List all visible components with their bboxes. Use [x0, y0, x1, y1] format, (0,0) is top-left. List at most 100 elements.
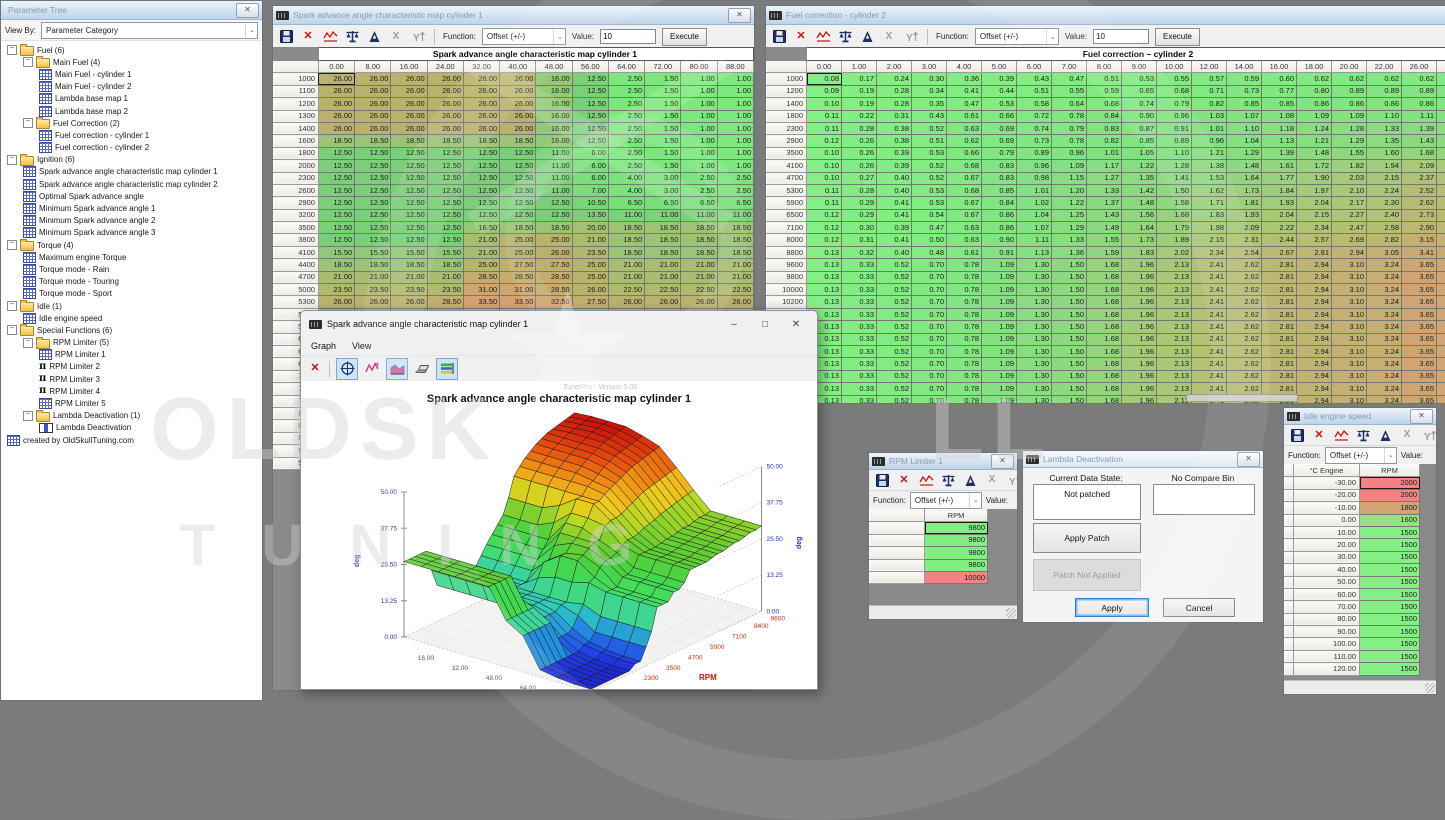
map-cell[interactable]: 26.00	[391, 122, 427, 134]
map-cell[interactable]: 3.41	[1402, 246, 1437, 258]
map-cell[interactable]: 1500	[1360, 576, 1420, 588]
map-cell[interactable]: 0.26	[842, 147, 877, 159]
map-cell[interactable]: 1.08	[1262, 110, 1297, 122]
map-cell[interactable]: 25.00	[463, 259, 499, 271]
scale-icon[interactable]	[940, 472, 956, 488]
map-cell[interactable]: 2.90	[1402, 222, 1437, 234]
map-cell[interactable]: 1500	[1360, 551, 1420, 563]
map-cell[interactable]: 0.33	[842, 370, 877, 382]
map-cell[interactable]: 0.40	[877, 172, 912, 184]
map-cell[interactable]: 18.50	[391, 135, 427, 147]
map-cell[interactable]: 1.96	[1122, 370, 1157, 382]
tree-item[interactable]: −Lambda Deactivation (1)	[1, 410, 262, 422]
map-cell[interactable]: 16.00	[536, 85, 572, 97]
map-cell[interactable]: 9800	[925, 534, 988, 546]
col-header[interactable]: 0.00	[318, 61, 354, 73]
map-cell[interactable]: 1800	[1360, 502, 1420, 514]
map-cell[interactable]: 0.68	[1087, 98, 1122, 110]
map-cell[interactable]: 0.08	[807, 73, 842, 85]
tree-item[interactable]: Minimum Spark advance angle 1	[1, 202, 262, 214]
tree-item[interactable]: Optimal Spark advance angle	[1, 190, 262, 202]
map-cell[interactable]: 1.30	[1017, 308, 1052, 320]
map-cell[interactable]: 12.50	[391, 222, 427, 234]
row-header[interactable]: 7100	[767, 222, 807, 234]
map-cell[interactable]: 0.62	[1367, 73, 1402, 85]
map-cell[interactable]	[1437, 284, 1445, 296]
map-cell[interactable]: 3.65	[1402, 358, 1437, 370]
row-header[interactable]: 3500	[274, 222, 319, 234]
map-cell[interactable]: 2.34	[1297, 222, 1332, 234]
map-cell[interactable]: 25.00	[572, 259, 608, 271]
map-cell[interactable]	[1437, 296, 1445, 308]
map-cell[interactable]: 3.24	[1367, 358, 1402, 370]
map-cell[interactable]: 2.13	[1157, 345, 1192, 357]
map-cell[interactable]: 2.94	[1297, 259, 1332, 271]
map-cell[interactable]: 0.41	[877, 234, 912, 246]
map-cell[interactable]: 0.55	[1157, 73, 1192, 85]
map-cell[interactable]: 0.24	[877, 73, 912, 85]
map-cell[interactable]: 22.50	[608, 284, 644, 296]
col-header[interactable]: 88.00	[717, 61, 753, 73]
map-cell[interactable]: 0.59	[1227, 73, 1262, 85]
map-cell[interactable]: 1.33	[1052, 234, 1087, 246]
col-header[interactable]: 14.00	[1227, 61, 1262, 73]
map-cell[interactable]: 0.85	[1262, 98, 1297, 110]
save-icon[interactable]	[771, 29, 787, 45]
map-cell[interactable]: 0.27	[842, 172, 877, 184]
map-cell[interactable]	[1437, 122, 1445, 134]
map-cell[interactable]: 2.62	[1227, 321, 1262, 333]
map-cell[interactable]: 12.50	[572, 122, 608, 134]
map-cell[interactable]: 1.41	[1157, 172, 1192, 184]
execute-button[interactable]: Execute	[662, 28, 707, 46]
map-cell[interactable]: 0.51	[912, 135, 947, 147]
map-cell[interactable]: 0.47	[947, 98, 982, 110]
map-cell[interactable]: 1.96	[1122, 271, 1157, 283]
map-cell[interactable]: 0.57	[1192, 73, 1227, 85]
map-cell[interactable]: 2.81	[1262, 333, 1297, 345]
map-cell[interactable]: 1.09	[982, 358, 1017, 370]
expand-toggle[interactable]: −	[7, 240, 17, 250]
map-cell[interactable]: 0.59	[1087, 85, 1122, 97]
map-cell[interactable]: 11.00	[536, 160, 572, 172]
map-cell[interactable]: 2.81	[1262, 321, 1297, 333]
map-cell[interactable]: 25.00	[572, 271, 608, 283]
view-by-select[interactable]: Parameter Category ⌄	[41, 22, 258, 39]
map-cell[interactable]: 2.58	[1367, 222, 1402, 234]
map-cell[interactable]: 2.50	[608, 98, 644, 110]
map-cell[interactable]: 26.00	[318, 122, 354, 134]
map-cell[interactable]: 12.50	[355, 234, 391, 246]
map-cell[interactable]: 25.00	[500, 246, 536, 258]
map-cell[interactable]: 0.29	[842, 197, 877, 209]
map-cell[interactable]: 11.00	[608, 209, 644, 221]
map-cell[interactable]: 2.57	[1297, 234, 1332, 246]
map-cell[interactable]: 12.50	[427, 147, 463, 159]
map-cell[interactable]: 1.30	[1017, 395, 1052, 403]
map-cell[interactable]: 27.50	[500, 259, 536, 271]
map-cell[interactable]: 2.50	[681, 184, 717, 196]
map-cell[interactable]: 10000	[925, 571, 988, 583]
map-cell[interactable]: 0.35	[912, 98, 947, 110]
map-cell[interactable]: 0.29	[842, 209, 877, 221]
map-cell[interactable]: 12.50	[572, 85, 608, 97]
map-cell[interactable]: 26.00	[645, 296, 681, 308]
map-cell[interactable]: 0.63	[947, 122, 982, 134]
map-cell[interactable]: 0.71	[1192, 85, 1227, 97]
row-header[interactable]: 5300	[274, 296, 319, 308]
map-cell[interactable]: 3.65	[1402, 271, 1437, 283]
map-cell[interactable]	[1437, 135, 1445, 147]
map-cell[interactable]: 1.09	[982, 259, 1017, 271]
map-cell[interactable]: 1.68	[1087, 333, 1122, 345]
map-cell[interactable]: 1.50	[645, 147, 681, 159]
col-header[interactable]: 9.00	[1122, 61, 1157, 73]
map-cell[interactable]: 1.50	[1052, 345, 1087, 357]
map-cell[interactable]: 3.24	[1367, 333, 1402, 345]
map-cell[interactable]: 0.13	[807, 259, 842, 271]
map-cell[interactable]: 1500	[1360, 588, 1420, 600]
map-cell[interactable]: 26.00	[318, 73, 354, 85]
map-cell[interactable]: 2.13	[1157, 271, 1192, 283]
map-cell[interactable]: 12.50	[536, 209, 572, 221]
map-cell[interactable]: 1.84	[1262, 184, 1297, 196]
map-cell[interactable]: 2.62	[1227, 333, 1262, 345]
map-cell[interactable]: 0.87	[1122, 122, 1157, 134]
map-cell[interactable]: 2.81	[1262, 296, 1297, 308]
